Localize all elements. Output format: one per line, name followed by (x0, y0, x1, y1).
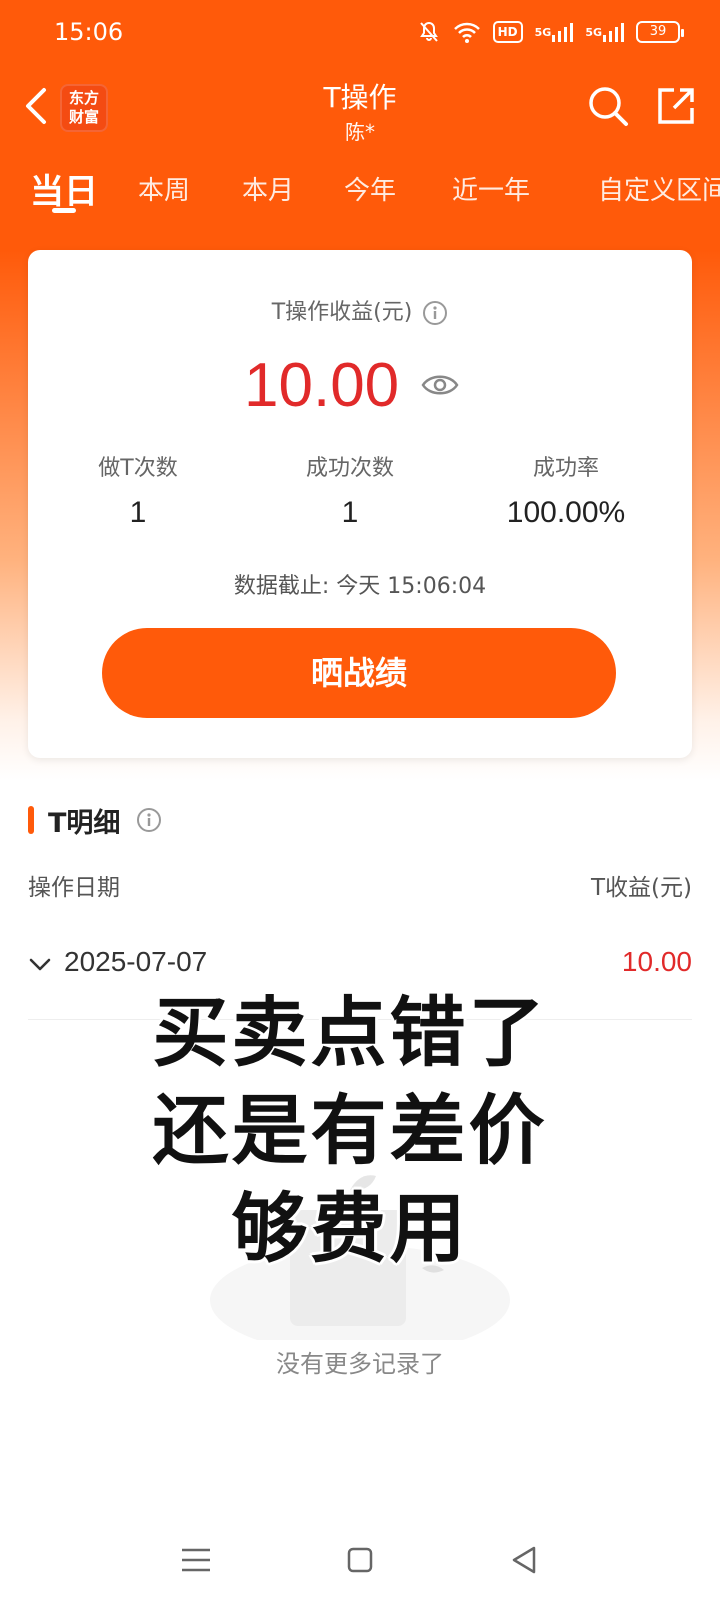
caption-line-1: 买卖点错了 (152, 988, 548, 1077)
tab-today[interactable]: 当日 (30, 164, 98, 213)
stat-label: 成功次数 (305, 456, 394, 481)
system-nav-bar (0, 1530, 720, 1612)
tab-this-week[interactable]: 本周 (138, 170, 190, 207)
wifi-icon (453, 20, 481, 44)
detail-title: T明细 (48, 807, 121, 839)
stat-success-count: 成功次数 1 (240, 450, 460, 530)
active-tab-indicator (52, 208, 76, 213)
column-header-profit: T收益(元) (591, 875, 692, 901)
hd-badge: HD (492, 21, 523, 43)
status-time: 15:06 (54, 18, 124, 46)
back-triangle-icon[interactable] (504, 1540, 544, 1580)
share-button[interactable] (654, 84, 698, 128)
stat-success-rate: 成功率 100.00% (456, 450, 676, 530)
mute-bell-icon (417, 20, 441, 44)
tab-last-year[interactable]: 近一年 (452, 170, 530, 207)
battery-icon: 39 (636, 21, 684, 43)
status-bar: 15:06 HD 5G 5G 39 (0, 0, 720, 64)
tab-custom-range[interactable]: 自定义区间 (598, 170, 720, 207)
sim1-label: 5G (534, 25, 552, 39)
chevron-down-icon[interactable] (28, 952, 52, 976)
search-icon (589, 87, 628, 126)
row-profit: 10.00 (621, 946, 692, 977)
tab-this-year[interactable]: 今年 (344, 170, 396, 207)
share-icon (658, 88, 694, 124)
eye-icon[interactable] (420, 368, 460, 402)
section-accent-bar (28, 806, 34, 834)
signal-icon: 5G (535, 20, 574, 44)
signal-icon-2: 5G (585, 20, 624, 44)
profit-label-row: T操作收益(元) (28, 294, 692, 326)
column-header-date: 操作日期 (28, 875, 120, 901)
info-icon[interactable] (422, 300, 448, 326)
row-date: 2025-07-07 (64, 946, 208, 977)
stat-value: 1 (341, 496, 359, 529)
tab-this-month[interactable]: 本月 (242, 170, 294, 207)
stat-label: 成功率 (532, 456, 599, 481)
period-tabs: 当日 本周 本月 今年 近一年 自定义区间 (0, 160, 720, 220)
menu-icon[interactable] (176, 1540, 216, 1580)
profit-label: T操作收益(元) (271, 300, 413, 325)
data-cutoff-time: 数据截止: 今天 15:06:04 (233, 574, 487, 599)
stat-label: 做T次数 (98, 456, 178, 481)
sim2-label: 5G (585, 25, 602, 39)
app-header: 东方 财富 T操作 陈* (0, 70, 720, 150)
caption-line-2: 还是有差价 (152, 1086, 548, 1175)
stat-value: 100.00% (506, 496, 626, 529)
profit-value: 10.00 (244, 351, 400, 420)
stat-value: 1 (129, 496, 147, 529)
share-results-button[interactable]: 晒战绩 (102, 628, 616, 718)
status-icons: HD 5G 5G 39 (417, 20, 684, 44)
detail-section-title: T明细 (28, 802, 162, 839)
summary-card: T操作收益(元) 10.00 做T次数 1 成功次数 1 成功率 100.00%… (28, 250, 692, 758)
info-icon[interactable] (136, 807, 162, 833)
home-icon[interactable] (340, 1540, 380, 1580)
stat-t-count: 做T次数 1 (28, 450, 248, 530)
search-button[interactable] (586, 84, 630, 128)
caption-line-3: 够费用 (231, 1184, 469, 1273)
no-more-records: 没有更多记录了 (276, 1350, 444, 1378)
overlay-caption: 买卖点错了 还是有差价 够费用 (0, 984, 700, 1278)
